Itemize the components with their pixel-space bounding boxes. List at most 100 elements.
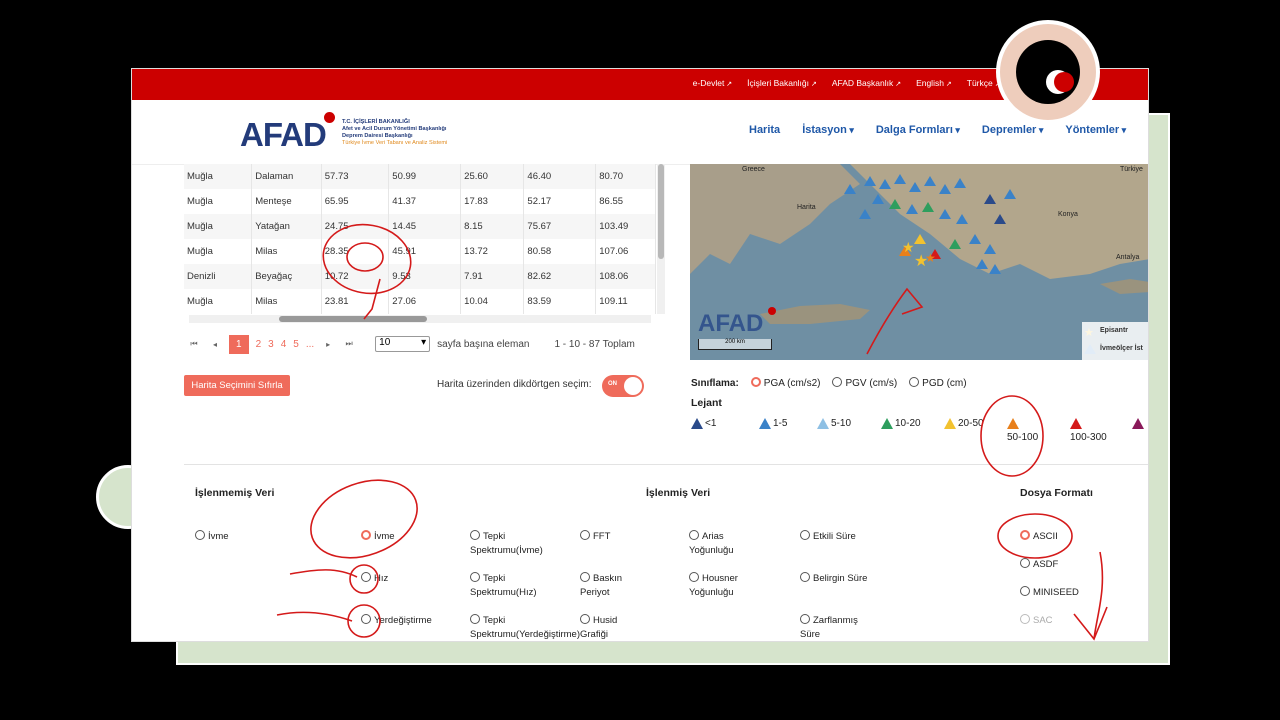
- page-5[interactable]: 5: [293, 339, 299, 350]
- link-edevlet[interactable]: e-Devlet: [693, 78, 732, 88]
- nav-depremler[interactable]: Depremler: [982, 124, 1043, 136]
- option-pgv[interactable]: PGV (cm/s): [832, 377, 897, 389]
- legend-item: 20-50: [944, 418, 984, 429]
- radio-icon[interactable]: [1020, 558, 1030, 568]
- legend-item: 50-100: [1007, 418, 1038, 443]
- option-pgd[interactable]: PGD (cm): [909, 377, 967, 389]
- afad-logo[interactable]: AFAD: [240, 116, 327, 154]
- radio-icon[interactable]: [909, 377, 920, 387]
- rect-select-toggle[interactable]: ON: [602, 375, 644, 397]
- processed-option[interactable]: Husid Grafiği: [580, 614, 640, 641]
- table-row[interactable]: Muğla Menteşe 65.95 41.37 17.83 52.17 86.55: [184, 189, 656, 214]
- radio-icon[interactable]: [361, 614, 371, 624]
- top-links: e-Devlet İçişleri Bakanlığı AFAD Başkanl…: [693, 78, 1030, 88]
- nav-harita[interactable]: Harita: [749, 124, 780, 136]
- table-vertical-scrollbar[interactable]: [657, 164, 665, 314]
- radio-icon[interactable]: [800, 614, 810, 624]
- radio-icon[interactable]: [470, 614, 480, 624]
- table-row[interactable]: Muğla Milas 28.35 45.91 13.72 80.58 107.06: [184, 239, 656, 264]
- processed-option[interactable]: Tepki Spektrumu(Yerdeğiştirme): [470, 614, 580, 641]
- table-cell: 108.06: [595, 264, 656, 289]
- per-page-select[interactable]: 10: [375, 336, 431, 352]
- table-cell: Muğla: [184, 214, 253, 239]
- legend-label: 1-5: [773, 418, 788, 429]
- radio-icon[interactable]: [1020, 614, 1030, 624]
- page-3[interactable]: 3: [268, 339, 274, 350]
- radio-icon[interactable]: [361, 572, 371, 582]
- radio-icon[interactable]: [580, 614, 590, 624]
- radio-icon[interactable]: [580, 530, 590, 540]
- legend-item: 10-20: [881, 418, 921, 429]
- radio-icon[interactable]: [1020, 586, 1030, 596]
- radio-icon[interactable]: [1020, 530, 1030, 540]
- processed-option[interactable]: FFT: [580, 530, 640, 544]
- map-label-greece: Greece: [742, 166, 765, 173]
- classification-label: Sınıflama:: [691, 377, 739, 389]
- processed-option[interactable]: Zarflanmış Süre: [800, 614, 880, 641]
- link-turkce[interactable]: Türkçe: [967, 78, 1001, 88]
- page-2[interactable]: 2: [256, 339, 262, 350]
- first-page-icon[interactable]: ⏮: [187, 339, 201, 349]
- processed-option[interactable]: İvme: [361, 530, 395, 544]
- nav-yontemler[interactable]: Yöntemler: [1065, 124, 1126, 136]
- last-page-icon[interactable]: ⏭: [342, 339, 356, 349]
- earthquake-map[interactable]: ★ ★ ★ ★ Greece Türkiye Konya Harita Anta…: [690, 164, 1148, 360]
- page-1[interactable]: 1: [229, 334, 249, 354]
- processed-option[interactable]: Tepki Spektrumu(Hız): [470, 572, 565, 600]
- table-row[interactable]: Denizli Beyağaç 10.72 9.53 7.91 82.62 108.06: [184, 264, 656, 289]
- table-cell: 75.67: [523, 214, 597, 239]
- logo-flag-icon: [324, 112, 335, 123]
- processed-option[interactable]: Housner Yoğunluğu: [689, 572, 759, 600]
- file-format-heading: Dosya Formatı: [1020, 487, 1093, 499]
- radio-icon[interactable]: [580, 572, 590, 582]
- table-row[interactable]: Muğla Dalaman 57.73 50.99 25.60 46.40 80.70: [184, 164, 656, 189]
- nav-istasyon[interactable]: İstasyon: [802, 124, 854, 136]
- table-cell: 25.60: [460, 164, 525, 189]
- table-cell: 10.72: [321, 264, 390, 289]
- processed-option[interactable]: Belirgin Süre: [800, 572, 880, 586]
- processed-option[interactable]: Hız: [361, 572, 388, 586]
- table-row[interactable]: Muğla Milas 23.81 27.06 10.04 83.59 109.11: [184, 289, 656, 314]
- table-cell: 83.59: [523, 289, 597, 314]
- legend-label: 50-100: [1007, 432, 1039, 443]
- link-afad-baskanlik[interactable]: AFAD Başkanlık: [832, 78, 901, 88]
- radio-icon[interactable]: [800, 572, 810, 582]
- table-row[interactable]: Muğla Yatağan 24.75 14.45 8.15 75.67 103.49: [184, 214, 656, 239]
- page-ellipsis[interactable]: ...: [306, 339, 314, 350]
- radio-icon[interactable]: [689, 530, 699, 540]
- radio-icon[interactable]: [689, 572, 699, 582]
- triangle-icon: [944, 418, 956, 429]
- format-option[interactable]: ASDF: [1020, 558, 1058, 572]
- next-page-icon[interactable]: ▸: [321, 340, 335, 349]
- turkish-flag-icon: [1046, 72, 1074, 98]
- processed-option[interactable]: Tepki Spektrumu(İvme): [470, 530, 565, 558]
- page-4[interactable]: 4: [281, 339, 287, 350]
- processed-option[interactable]: Etkili Süre: [800, 530, 880, 544]
- format-option[interactable]: MINISEED: [1020, 586, 1079, 600]
- raw-option-ivme[interactable]: İvme: [195, 530, 229, 544]
- link-english[interactable]: English: [916, 78, 952, 88]
- processed-option[interactable]: Baskın Periyot: [580, 572, 640, 600]
- radio-icon[interactable]: [832, 377, 843, 387]
- map-label-harita: Harita: [797, 204, 816, 211]
- reset-map-selection-button[interactable]: Harita Seçimini Sıfırla: [184, 375, 290, 396]
- radio-icon[interactable]: [361, 530, 371, 540]
- table-cell: 13.72: [460, 239, 525, 264]
- processed-option[interactable]: Arias Yoğunluğu: [689, 530, 759, 558]
- processed-option[interactable]: Yerdeğiştirme: [361, 614, 432, 628]
- table-horizontal-scrollbar[interactable]: [189, 315, 651, 323]
- option-pga[interactable]: PGA (cm/s2): [750, 377, 820, 389]
- radio-icon[interactable]: [470, 572, 480, 582]
- nav-dalga-formlari[interactable]: Dalga Formları: [876, 124, 960, 136]
- link-g[interactable]: G: [1016, 78, 1030, 88]
- radio-icon[interactable]: [195, 530, 205, 540]
- format-option[interactable]: SAC: [1020, 614, 1053, 628]
- link-icisleri[interactable]: İçişleri Bakanlığı: [747, 78, 817, 88]
- radio-icon[interactable]: [470, 530, 480, 540]
- format-option[interactable]: ASCII: [1020, 530, 1058, 544]
- radio-icon[interactable]: [750, 377, 761, 387]
- radio-icon[interactable]: [800, 530, 810, 540]
- legend-item: 1-5: [759, 418, 787, 429]
- legend-title: Lejant: [691, 397, 722, 409]
- prev-page-icon[interactable]: ◂: [208, 340, 222, 349]
